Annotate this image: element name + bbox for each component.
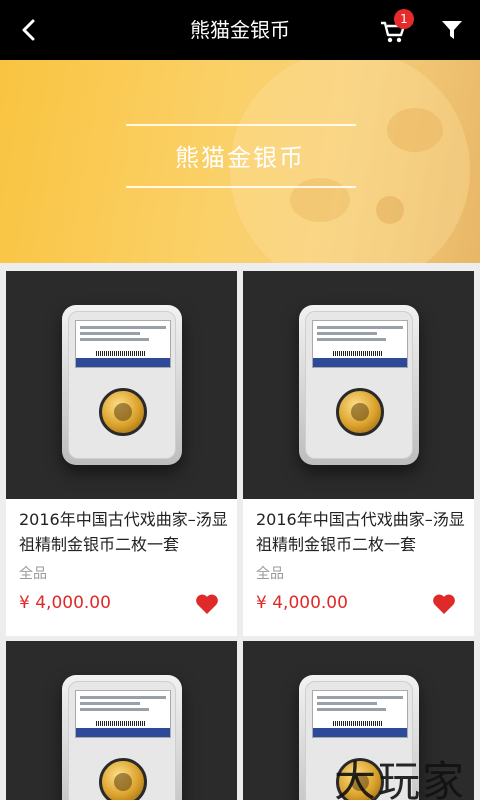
product-image[interactable] xyxy=(6,641,237,800)
product-card[interactable] xyxy=(6,641,237,800)
product-card[interactable]: 2016年中国古代戏曲家–汤显祖精制金银币二枚一套 全品 ¥ 4,000.00 xyxy=(6,271,237,636)
product-grade: 全品 xyxy=(19,566,47,582)
cart-count-badge: 1 xyxy=(394,9,414,29)
category-banner: 熊猫金银币 xyxy=(0,60,480,263)
banner-divider-bottom xyxy=(126,186,356,188)
brand-watermark: 大玩家 xyxy=(334,757,467,800)
product-image[interactable] xyxy=(243,271,474,499)
filter-icon xyxy=(442,21,462,39)
product-image[interactable] xyxy=(6,271,237,499)
favorite-heart-icon[interactable] xyxy=(195,593,219,615)
filter-button[interactable] xyxy=(438,16,466,44)
product-grade: 全品 xyxy=(256,566,284,582)
top-nav-bar: 熊猫金银币 1 xyxy=(0,0,480,60)
banner-title: 熊猫金银币 xyxy=(175,144,305,172)
product-price: ¥ 4,000.00 xyxy=(19,593,111,613)
product-card[interactable]: 2016年中国古代戏曲家–汤显祖精制金银币二枚一套 全品 ¥ 4,000.00 xyxy=(243,271,474,636)
product-price: ¥ 4,000.00 xyxy=(256,593,348,613)
product-title: 2016年中国古代戏曲家–汤显祖精制金银币二枚一套 xyxy=(19,510,228,554)
product-title: 2016年中国古代戏曲家–汤显祖精制金银币二枚一套 xyxy=(256,510,465,554)
favorite-heart-icon[interactable] xyxy=(432,593,456,615)
banner-divider-top xyxy=(126,124,356,126)
